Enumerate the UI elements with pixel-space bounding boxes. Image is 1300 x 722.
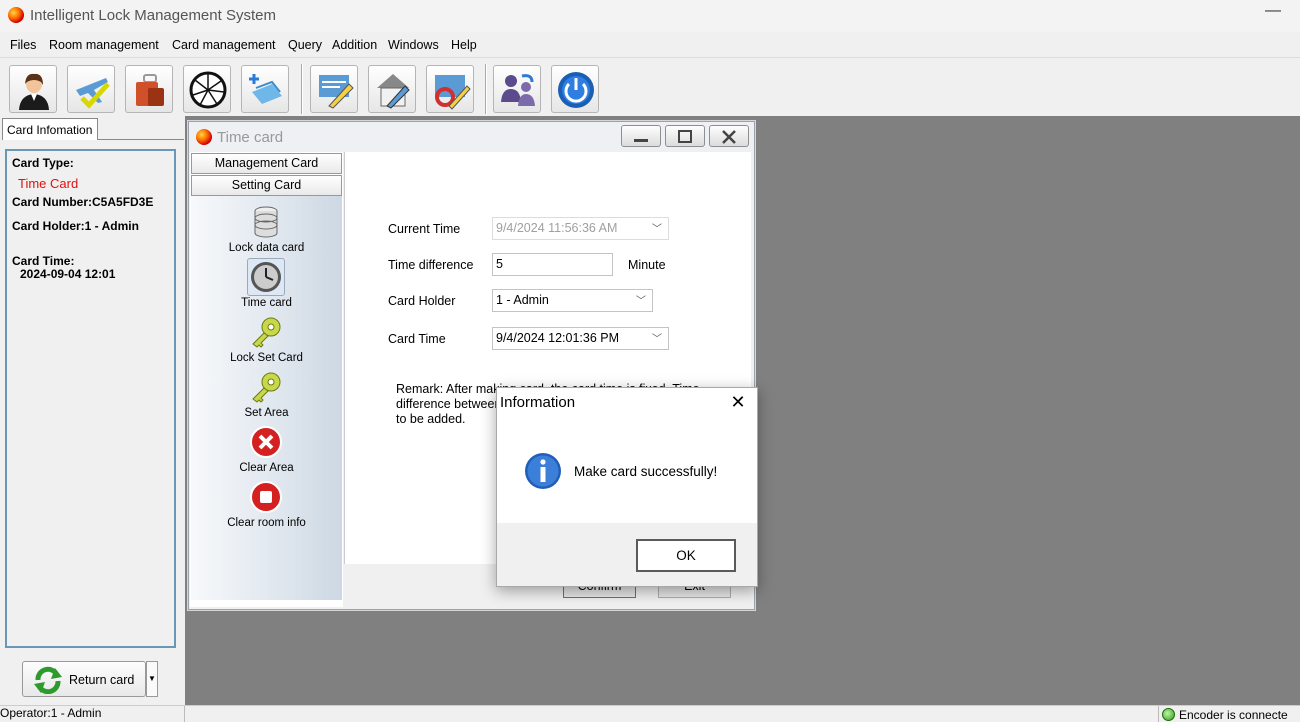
return-card-dropdown-button[interactable]: ▼ <box>146 661 158 697</box>
power-icon <box>558 72 594 108</box>
add-card-icon <box>249 74 282 104</box>
card-type-label: Card Type: <box>12 156 74 170</box>
current-time-field: 9/4/2024 11:56:36 AM ﹀ <box>492 217 669 240</box>
tab-card-information[interactable]: Card Infomation <box>2 118 98 140</box>
chevron-down-icon: ﹀ <box>652 334 662 345</box>
menu-windows[interactable]: Windows <box>388 38 439 52</box>
add-card-button[interactable] <box>241 65 289 113</box>
menu-addition[interactable]: Addition <box>332 38 377 52</box>
nav-item-clear-room-info[interactable]: Clear room info <box>191 517 342 529</box>
check-in-icon <box>76 78 110 109</box>
key-icon <box>252 372 281 403</box>
menu-card-management[interactable]: Card management <box>172 38 276 52</box>
card-time-label: Card Time <box>388 332 446 346</box>
window-maximize-button[interactable] <box>665 125 705 147</box>
chevron-down-icon: ﹀ <box>652 224 662 235</box>
menu-files[interactable]: Files <box>10 38 36 52</box>
menu-query[interactable]: Query <box>288 38 322 52</box>
time-difference-label: Time difference <box>388 258 474 272</box>
refresh-edit-icon <box>435 75 471 110</box>
card-holder: Card Holder:1 - Admin <box>12 219 139 233</box>
card-number: Card Number:C5A5FD3E <box>12 195 154 209</box>
time-card-title: Time card <box>217 129 284 146</box>
info-icon <box>525 453 561 489</box>
remark-line: to be added. <box>396 412 466 426</box>
card-holder-select[interactable]: 1 - Admin ﹀ <box>492 289 653 312</box>
ok-button[interactable]: OK <box>636 539 736 572</box>
time-difference-unit: Minute <box>628 258 666 272</box>
toolbar-separator <box>301 64 303 114</box>
nav-item-lock-set-card[interactable]: Lock Set Card <box>191 352 342 364</box>
edit-icon <box>319 75 354 109</box>
nav-header-management-card[interactable]: Management Card <box>191 153 342 174</box>
switch-user-button[interactable] <box>493 65 541 113</box>
status-separator <box>1158 706 1159 722</box>
operator-icon <box>19 73 49 110</box>
nav-item-time-card[interactable]: Time card <box>191 297 342 309</box>
return-card-icon <box>34 666 62 694</box>
window-minimize-button[interactable] <box>621 125 661 147</box>
edit-button[interactable] <box>310 65 358 113</box>
return-card-label: Return card <box>69 673 135 687</box>
clock-icon <box>251 262 281 292</box>
nav-item-set-area[interactable]: Set Area <box>191 407 342 419</box>
nav-header-setting-card[interactable]: Setting Card <box>191 175 342 196</box>
card-holder-value: 1 - Admin <box>496 293 549 307</box>
status-operator: Operator:1 - Admin <box>0 706 102 720</box>
toolbar <box>0 57 1300 115</box>
time-difference-input[interactable]: 5 <box>492 253 613 276</box>
close-icon <box>722 130 736 144</box>
card-time-picker[interactable]: 9/4/2024 12:01:36 PM ﹀ <box>492 327 669 350</box>
menu-bar: Files Room management Card management Qu… <box>0 36 1300 56</box>
card-time-label: Card Time: <box>12 254 75 268</box>
refresh-edit-button[interactable] <box>426 65 474 113</box>
dialog-close-button[interactable]: ✕ <box>726 390 750 414</box>
current-time-label: Current Time <box>388 222 461 236</box>
minimize-icon <box>634 139 648 142</box>
stop-icon <box>250 481 282 513</box>
current-time-value: 9/4/2024 11:56:36 AM <box>496 221 618 235</box>
dialog-title: Information <box>500 394 576 411</box>
card-time-value: 2024-09-04 12:01 <box>20 267 116 281</box>
switch-user-icon <box>501 74 535 106</box>
card-time-value: 9/4/2024 12:01:36 PM <box>496 331 620 345</box>
encoder-status-icon <box>1162 708 1175 721</box>
wheel-button[interactable] <box>183 65 231 113</box>
nav-item-clear-area[interactable]: Clear Area <box>191 462 342 474</box>
maximize-icon <box>678 130 692 143</box>
card-type-value: Time Card <box>18 176 79 191</box>
toolbar-separator <box>485 64 487 114</box>
remark-line: difference between <box>396 397 502 411</box>
operator-button[interactable] <box>9 65 57 113</box>
luggage-icon <box>136 74 164 106</box>
status-encoder: Encoder is connecte <box>1179 708 1288 722</box>
tab-underline <box>98 139 184 140</box>
time-difference-value: 5 <box>496 257 503 271</box>
status-bar <box>0 705 1300 722</box>
return-card-button[interactable]: Return card <box>22 661 146 697</box>
minimize-button[interactable]: — <box>1262 3 1284 24</box>
key-icon <box>252 317 281 348</box>
app-logo-icon <box>8 7 24 23</box>
dialog-message: Make card successfully! <box>574 464 718 479</box>
app-title: Intelligent Lock Management System <box>30 7 276 24</box>
room-edit-icon <box>377 74 410 109</box>
room-edit-button[interactable] <box>368 65 416 113</box>
menu-help[interactable]: Help <box>451 38 477 52</box>
menu-room-management[interactable]: Room management <box>49 38 159 52</box>
power-button[interactable] <box>551 65 599 113</box>
database-icon <box>254 206 278 238</box>
clear-x-icon <box>250 426 282 458</box>
chevron-down-icon: ﹀ <box>636 296 646 307</box>
status-separator <box>184 706 185 722</box>
wheel-icon <box>189 71 227 109</box>
luggage-button[interactable] <box>125 65 173 113</box>
nav-item-lock-data-card[interactable]: Lock data card <box>191 242 342 254</box>
check-in-button[interactable] <box>67 65 115 113</box>
window-close-button[interactable] <box>709 125 749 147</box>
card-holder-label: Card Holder <box>388 294 456 308</box>
window-logo-icon <box>196 129 212 145</box>
